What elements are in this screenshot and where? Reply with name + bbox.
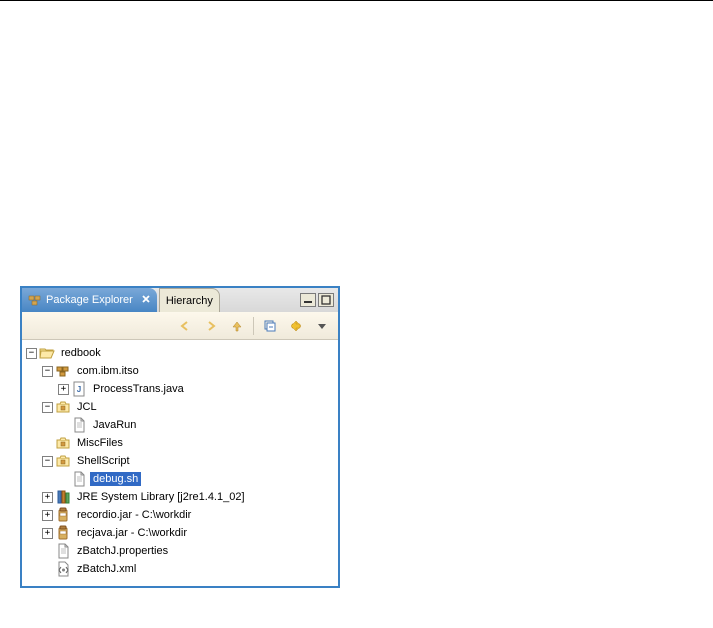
view-menu-button[interactable] (312, 316, 332, 336)
toolbar (22, 312, 338, 340)
jar-icon (55, 507, 71, 523)
tab-bar: Package Explorer Hierarchy (22, 288, 338, 312)
package-folder-icon (55, 453, 71, 469)
tree-label: JavaRun (90, 418, 139, 432)
tree-label: JRE System Library [j2re1.4.1_02] (74, 490, 248, 504)
library-icon (55, 489, 71, 505)
expand-icon[interactable]: + (42, 492, 53, 503)
tree-label-selected: debug.sh (90, 472, 141, 486)
file-icon (71, 471, 87, 487)
collapse-icon[interactable]: − (42, 456, 53, 467)
tree-label: ProcessTrans.java (90, 382, 187, 396)
expand-icon[interactable]: + (58, 384, 69, 395)
tree-node-folder-shellscript[interactable]: − ShellScript (24, 452, 336, 470)
java-file-icon: J (71, 381, 87, 397)
toolbar-separator (253, 317, 254, 335)
tree-view[interactable]: − redbook − com.ibm.itso + J ProcessTran… (22, 340, 338, 586)
up-button[interactable] (227, 316, 247, 336)
link-editor-button[interactable] (286, 316, 306, 336)
package-folder-icon (55, 435, 71, 451)
tree-node-folder-misc[interactable]: MiscFiles (24, 434, 336, 452)
tree-node-project[interactable]: − redbook (24, 344, 336, 362)
tab-label: Package Explorer (46, 294, 133, 306)
tree-node-file-xml[interactable]: zBatchJ.xml (24, 560, 336, 578)
tree-label: JCL (74, 400, 100, 414)
tree-label: recjava.jar - C:\workdir (74, 526, 190, 540)
tab-hierarchy[interactable]: Hierarchy (159, 288, 220, 312)
tree-node-jre-library[interactable]: + JRE System Library [j2re1.4.1_02] (24, 488, 336, 506)
minimize-button[interactable] (300, 293, 316, 307)
forward-button[interactable] (201, 316, 221, 336)
folder-open-icon (39, 345, 55, 361)
collapse-icon[interactable]: − (42, 402, 53, 413)
package-explorer-panel: Package Explorer Hierarchy (20, 286, 340, 588)
tree-node-jar-recjava[interactable]: + recjava.jar - C:\workdir (24, 524, 336, 542)
xml-file-icon (55, 561, 71, 577)
tree-node-java-file[interactable]: + J ProcessTrans.java (24, 380, 336, 398)
tab-package-explorer[interactable]: Package Explorer (22, 288, 157, 312)
jar-icon (55, 525, 71, 541)
tree-label: MiscFiles (74, 436, 126, 450)
tab-label: Hierarchy (166, 295, 213, 307)
back-button[interactable] (175, 316, 195, 336)
maximize-button[interactable] (318, 293, 334, 307)
collapse-icon[interactable]: − (42, 366, 53, 377)
package-folder-icon (55, 399, 71, 415)
collapse-all-button[interactable] (260, 316, 280, 336)
window-controls (300, 288, 338, 312)
tree-node-file-debug-sh[interactable]: debug.sh (24, 470, 336, 488)
svg-text:J: J (77, 385, 81, 394)
file-icon (55, 543, 71, 559)
collapse-icon[interactable]: − (26, 348, 37, 359)
package-explorer-icon (28, 293, 42, 307)
tree-label: redbook (58, 346, 104, 360)
tree-node-file-javarun[interactable]: JavaRun (24, 416, 336, 434)
tree-label: zBatchJ.xml (74, 562, 139, 576)
close-icon[interactable] (141, 294, 151, 307)
tree-node-jar-recordio[interactable]: + recordio.jar - C:\workdir (24, 506, 336, 524)
tree-label: ShellScript (74, 454, 133, 468)
package-icon (55, 363, 71, 379)
tree-node-file-properties[interactable]: zBatchJ.properties (24, 542, 336, 560)
tree-node-folder-jcl[interactable]: − JCL (24, 398, 336, 416)
tree-label: recordio.jar - C:\workdir (74, 508, 194, 522)
expand-icon[interactable]: + (42, 528, 53, 539)
tree-label: com.ibm.itso (74, 364, 142, 378)
expand-icon[interactable]: + (42, 510, 53, 521)
tree-node-package[interactable]: − com.ibm.itso (24, 362, 336, 380)
tree-label: zBatchJ.properties (74, 544, 171, 558)
file-icon (71, 417, 87, 433)
